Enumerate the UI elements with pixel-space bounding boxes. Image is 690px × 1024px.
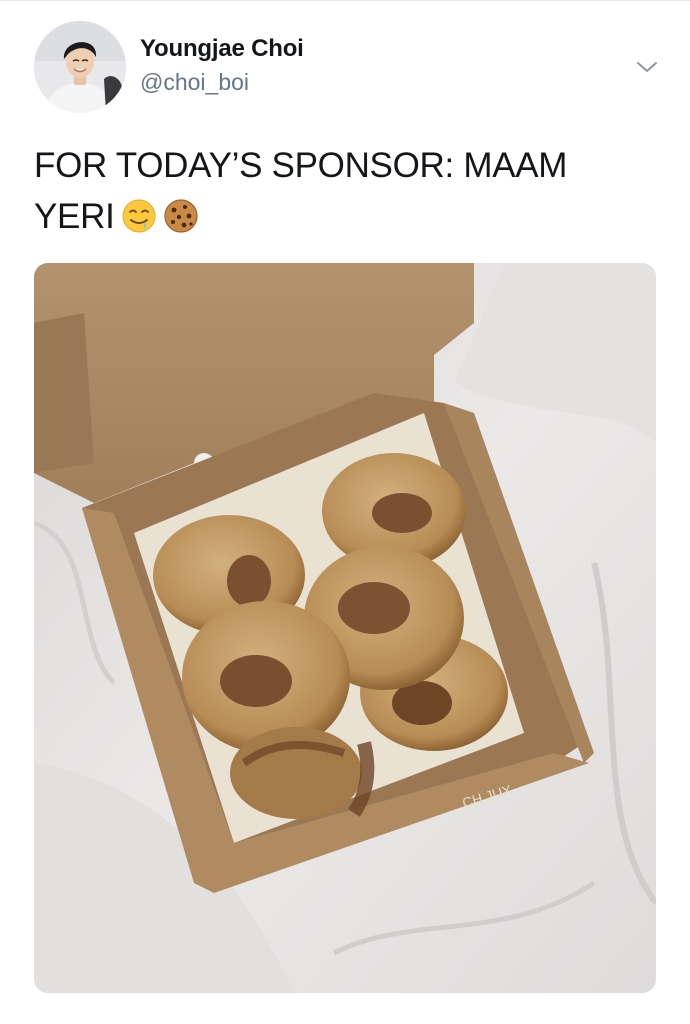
cookies-in-box-image: CH JUX: [34, 263, 656, 993]
avatar-photo: [34, 21, 126, 113]
author-handle[interactable]: @choi_boi: [140, 69, 249, 96]
chevron-down-icon: [637, 62, 657, 72]
tweet-text-line-1: FOR TODAY’S SPONSOR: MAAM: [34, 146, 568, 185]
drooling-face-emoji-icon: [122, 199, 155, 233]
tweet-media-photo[interactable]: CH JUX: [34, 263, 656, 993]
tweet-menu-button[interactable]: [634, 57, 660, 77]
cookie-emoji-icon: [163, 199, 198, 233]
tweet-card: Youngjae Choi @choi_boi FOR TODAY’S SPON…: [0, 0, 690, 1024]
tweet-text-line-2-text: YERI: [34, 197, 115, 236]
avatar[interactable]: [34, 21, 126, 113]
author-display-name[interactable]: Youngjae Choi: [140, 35, 304, 63]
tweet-text: FOR TODAY’S SPONSOR: MAAM YERI: [34, 140, 654, 242]
tweet-text-line-2: YERI: [34, 191, 654, 242]
